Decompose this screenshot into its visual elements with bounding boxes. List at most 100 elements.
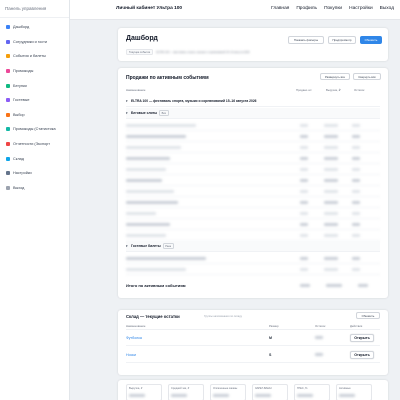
choice-icon [6, 112, 10, 117]
stock-subtitle: Группы напоминания по складу [204, 315, 242, 318]
nav-settings[interactable]: Настройки [349, 6, 373, 11]
runner-icon [6, 83, 10, 88]
sales-title: Продажи по активным событиям [126, 75, 209, 81]
stock-item-link[interactable]: Носки [126, 353, 269, 357]
sidebar-item-label: Дашборд [13, 25, 30, 30]
stock-qty [315, 336, 350, 339]
top-bar: Личный кабинет Ультра 100 Главная Профил… [70, 0, 400, 20]
group-row-guests[interactable]: ▾ Гостевые билеты Ранн [126, 241, 380, 252]
nav-purchases[interactable]: Покупки [324, 6, 342, 11]
table-row [126, 197, 380, 208]
table-row [126, 264, 380, 275]
open-button[interactable]: Открыть [350, 350, 374, 359]
refresh-button[interactable]: Обновить [360, 36, 382, 44]
breadcrumb: Текущее событие ELTRA 100 — фестиваль сп… [126, 49, 250, 56]
table-row [126, 175, 380, 186]
kpi-tile: Средний чек, ₽ [168, 384, 204, 400]
col-size: Размер [269, 324, 279, 328]
sidebar-item-label: Гостевые [13, 98, 30, 103]
page-title: Дашборд [126, 35, 158, 42]
table-row: Футболка M Открыть [126, 330, 380, 346]
sidebar-item-promo[interactable]: Промокоды [0, 64, 69, 79]
kpi-tile: Активные [336, 384, 372, 400]
sidebar-item-warehouse[interactable]: Склад [0, 151, 69, 166]
stock-size: M [269, 335, 272, 340]
stock-item-link[interactable]: Футболка [126, 336, 269, 340]
kpi-card: Выручка, ₽ Средний чек, ₽ Оплаченные зак… [118, 380, 388, 400]
kpi-label: ЗАРЕГ-ВАНЫ [255, 387, 272, 390]
expand-all-button[interactable]: Развернуть все [320, 73, 350, 80]
stock-card: Склад — текущие остатки Группы напоминан… [118, 310, 388, 375]
sidebar-item-runners[interactable]: Бегунки [0, 78, 69, 93]
sidebar-item-dashboard[interactable]: Дашборд [0, 20, 69, 35]
sidebar-item-label: Склад [13, 156, 24, 161]
kpi-label: Оплаченные заказы [213, 387, 238, 390]
promo-icon [6, 69, 10, 74]
event-row[interactable]: ▾ ELTRA 100 — фестиваль спорта, музыки и… [126, 96, 380, 107]
stock-title: Склад — текущие остатки [126, 314, 180, 319]
table-row [126, 153, 380, 164]
col-revenue: Выручка, ₽ [326, 88, 341, 92]
sales-card: Продажи по активным событиям Развернуть … [118, 68, 388, 298]
col-name: Наименование [126, 88, 146, 92]
sales-table-header: Наименование Продано шт Выручка, ₽ Остат… [126, 88, 380, 92]
nav-home[interactable]: Главная [271, 6, 289, 11]
sidebar-item-reports[interactable]: Отчетности (Экспорт [0, 137, 69, 152]
sidebar-item-label: Сотрудники и гости [13, 39, 47, 44]
sidebar-item-choice[interactable]: Выбор [0, 108, 69, 123]
stock-size: S [269, 352, 272, 357]
table-row [126, 208, 380, 219]
settings-icon [6, 171, 10, 176]
preview-button[interactable]: Предпросмотр [328, 36, 356, 44]
group-tag: Все [159, 110, 169, 116]
users-icon [6, 39, 10, 44]
sidebar-item-logout[interactable]: Выход [0, 181, 69, 196]
sidebar-item-label: Отчетности (Экспорт [13, 142, 50, 147]
sidebar-item-guests[interactable]: Гостевые [0, 93, 69, 108]
sidebar-item-label: Промокоды [13, 69, 34, 74]
sidebar-item-label: Бегунки [13, 83, 27, 88]
nav-profile[interactable]: Профиль [296, 6, 317, 11]
nav-logout[interactable]: Выход [380, 6, 394, 11]
open-button[interactable]: Открыть [350, 333, 374, 342]
kpi-tile: ГРЕС, % [294, 384, 330, 400]
group-label: Гостевые билеты [131, 244, 161, 248]
warehouse-icon [6, 156, 10, 161]
kpi-label: Средний чек, ₽ [171, 387, 190, 390]
sidebar-menu: Дашборд Сотрудники и гости События и бил… [0, 18, 69, 195]
event-row-label: ELTRA 100 — фестиваль спорта, музыки и с… [131, 99, 257, 103]
sidebar-item-label: События и билеты [13, 54, 46, 59]
table-row [126, 186, 380, 197]
table-row [126, 253, 380, 264]
kpi-tile: Выручка, ₽ [126, 384, 162, 400]
sidebar-item-events[interactable]: События и билеты [0, 49, 69, 64]
stock-qty [315, 353, 350, 356]
table-row [126, 219, 380, 230]
brand-title: Личный кабинет Ультра 100 [116, 6, 183, 11]
kpi-tile: Оплаченные заказы [210, 384, 246, 400]
col-qty: Остаток [315, 324, 326, 328]
sidebar-title: Панель управления [0, 0, 69, 18]
col-name: Наименование [126, 324, 146, 328]
sidebar-item-label: Настройки [13, 171, 32, 176]
kpi-tile: ЗАРЕГ-ВАНЫ [252, 384, 288, 400]
sidebar-item-settings[interactable]: Настройки [0, 166, 69, 181]
kpi-label: Активные [339, 387, 351, 390]
stock-table-header: Наименование Размер Остаток Действия [126, 323, 380, 330]
show-filters-button[interactable]: Показать фильтры [288, 36, 324, 44]
sidebar-item-users[interactable]: Сотрудники и гости [0, 35, 69, 50]
top-nav: Главная Профиль Покупки Настройки Выход [271, 6, 394, 11]
table-row: Носки S Открыть [126, 347, 380, 363]
stats-icon [6, 127, 10, 132]
group-row-runs[interactable]: ▾ Беговые слоты Все [126, 108, 380, 119]
table-row [126, 131, 380, 142]
table-row [126, 120, 380, 131]
group-tag: Ранн [162, 243, 174, 249]
sidebar-item-promo-stats[interactable]: Промокоды (Статистика [0, 122, 69, 137]
total-label: Итого по активным событиям [126, 283, 186, 288]
collapse-all-button[interactable]: Свернуть всё [353, 73, 381, 80]
report-icon [6, 142, 10, 147]
stock-refresh-button[interactable]: Обновить [356, 312, 380, 319]
current-event-chip[interactable]: Текущее событие [126, 49, 154, 56]
sidebar-item-label: Выход [13, 185, 25, 190]
